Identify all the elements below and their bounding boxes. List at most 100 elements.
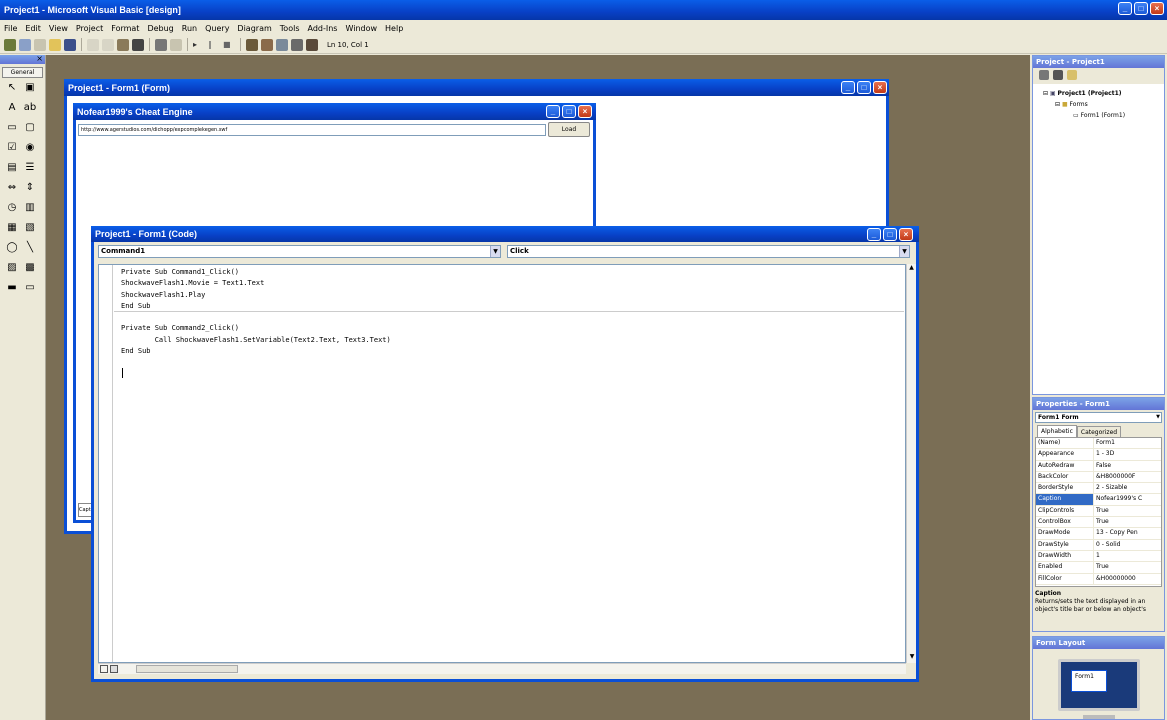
timer-icon[interactable]: ◷ bbox=[5, 201, 19, 215]
shape-icon[interactable]: ◯ bbox=[5, 241, 19, 255]
dirlist-icon[interactable]: ▦ bbox=[5, 221, 19, 235]
load-button[interactable]: Load bbox=[548, 122, 590, 137]
property-row[interactable]: DrawWidth 1 bbox=[1036, 550, 1161, 563]
undo-icon[interactable] bbox=[155, 38, 167, 51]
save-icon[interactable] bbox=[64, 38, 76, 51]
hscrollbar-icon[interactable]: ⇔ bbox=[5, 181, 19, 195]
property-value[interactable]: 2 - Sizable bbox=[1094, 483, 1161, 493]
property-value[interactable]: &H00000000 bbox=[1094, 574, 1161, 584]
menu-item-file[interactable]: File bbox=[4, 24, 17, 33]
menu-item-window[interactable]: Window bbox=[345, 24, 377, 33]
redo-icon[interactable] bbox=[170, 38, 182, 51]
tab-alphabetic[interactable]: Alphabetic bbox=[1037, 425, 1077, 437]
chevron-down-icon[interactable]: ▼ bbox=[899, 246, 909, 257]
cut-icon[interactable] bbox=[87, 38, 99, 51]
textbox-icon[interactable]: ab bbox=[23, 101, 37, 115]
property-value[interactable]: &H8000000F bbox=[1094, 472, 1161, 482]
chevron-down-icon[interactable]: ▼ bbox=[1156, 413, 1160, 422]
property-value[interactable]: 0 - Solid bbox=[1094, 540, 1161, 550]
property-value[interactable]: True bbox=[1094, 506, 1161, 516]
flash-icon[interactable]: ▭ bbox=[23, 281, 37, 295]
vertical-scrollbar[interactable]: ▲ ▼ bbox=[906, 264, 916, 663]
checkbox-icon[interactable]: ☑ bbox=[5, 141, 19, 155]
data-icon[interactable]: ▩ bbox=[23, 261, 37, 275]
frame-icon[interactable]: ▭ bbox=[5, 121, 19, 135]
add-form-icon[interactable] bbox=[19, 38, 31, 51]
procedure-view-icon[interactable] bbox=[100, 665, 108, 673]
url-textbox[interactable]: http://www.agerstudios.com/dichopp/expco… bbox=[78, 124, 546, 136]
tree-item[interactable]: ▭ Form1 (Form1) bbox=[1039, 110, 1158, 121]
object-browser-icon[interactable] bbox=[291, 38, 303, 51]
property-row[interactable]: FillColor &H00000000 bbox=[1036, 573, 1161, 585]
property-value[interactable]: True bbox=[1094, 562, 1161, 572]
property-value[interactable]: True bbox=[1094, 517, 1161, 527]
property-row[interactable]: Enabled True bbox=[1036, 562, 1161, 574]
designer-minimize-button[interactable]: _ bbox=[841, 81, 855, 94]
copy-icon[interactable] bbox=[102, 38, 114, 51]
menu-item-addins[interactable]: Add-Ins bbox=[308, 24, 338, 33]
property-row[interactable]: ControlBox True bbox=[1036, 517, 1161, 529]
property-row[interactable]: BorderStyle 2 - Sizable bbox=[1036, 483, 1161, 495]
picturebox-icon[interactable]: ▣ bbox=[23, 81, 37, 95]
toolbox-icon[interactable] bbox=[306, 38, 318, 51]
combobox-icon[interactable]: ▤ bbox=[5, 161, 19, 175]
image-icon[interactable]: ▨ bbox=[5, 261, 19, 275]
designer-maximize-button[interactable]: □ bbox=[857, 81, 871, 94]
property-value[interactable]: 1 - 3D bbox=[1094, 449, 1161, 459]
optionbutton-icon[interactable]: ◉ bbox=[23, 141, 37, 155]
property-value[interactable]: 1 bbox=[1094, 551, 1161, 561]
property-row[interactable]: DrawMode 13 - Copy Pen bbox=[1036, 528, 1161, 540]
menu-item-help[interactable]: Help bbox=[385, 24, 403, 33]
view-code-icon[interactable] bbox=[1039, 70, 1049, 80]
chevron-down-icon[interactable]: ▼ bbox=[490, 246, 500, 257]
scroll-down-icon[interactable]: ▼ bbox=[907, 653, 917, 663]
property-row[interactable]: ClipControls True bbox=[1036, 505, 1161, 518]
filelist-icon[interactable]: ▧ bbox=[23, 221, 37, 235]
toolbox-close-icon[interactable]: × bbox=[36, 54, 43, 63]
h-scroll-thumb[interactable] bbox=[136, 665, 238, 673]
commandbutton-icon[interactable]: ▢ bbox=[23, 121, 37, 135]
code-editor[interactable]: Private Sub Command1_Click() ShockwaveFla… bbox=[98, 264, 906, 663]
properties-window-icon[interactable] bbox=[261, 38, 273, 51]
menu-item-format[interactable]: Format bbox=[111, 24, 139, 33]
full-module-view-icon[interactable] bbox=[110, 665, 118, 673]
maximize-button[interactable]: □ bbox=[1134, 2, 1148, 15]
property-row[interactable]: BackColor &H8000000F bbox=[1036, 471, 1161, 484]
layout-form-preview[interactable]: Form1 bbox=[1071, 670, 1107, 692]
tree-folder[interactable]: ⊟ ■ Forms bbox=[1039, 99, 1158, 110]
menu-editor-icon[interactable] bbox=[34, 38, 46, 51]
break-icon[interactable]: ‖ bbox=[208, 39, 220, 51]
menu-item-project[interactable]: Project bbox=[76, 24, 103, 33]
menu-item-query[interactable]: Query bbox=[205, 24, 229, 33]
start-icon[interactable]: ▸ bbox=[193, 39, 205, 51]
form-layout-icon[interactable] bbox=[276, 38, 288, 51]
property-row[interactable]: Caption Nofear1999's C bbox=[1036, 494, 1161, 506]
property-row[interactable]: AutoRedraw False bbox=[1036, 460, 1161, 472]
property-row[interactable]: Appearance 1 - 3D bbox=[1036, 449, 1161, 461]
menu-item-run[interactable]: Run bbox=[182, 24, 197, 33]
open-icon[interactable] bbox=[49, 38, 61, 51]
toolbox-tab-general[interactable]: General bbox=[2, 67, 43, 78]
code-maximize-button[interactable]: □ bbox=[883, 228, 897, 241]
end-icon[interactable]: ■ bbox=[223, 39, 235, 51]
menu-item-view[interactable]: View bbox=[49, 24, 68, 33]
line-icon[interactable]: ╲ bbox=[23, 241, 37, 255]
toggle-folders-icon[interactable] bbox=[1067, 70, 1077, 80]
property-row[interactable]: (Name) Form1 bbox=[1036, 438, 1161, 450]
pointer-icon[interactable]: ↖ bbox=[5, 81, 19, 95]
property-value[interactable]: Form1 bbox=[1094, 438, 1161, 448]
code-close-button[interactable]: × bbox=[899, 228, 913, 241]
property-value[interactable]: Nofear1999's C bbox=[1094, 494, 1161, 504]
ole-icon[interactable]: ▬ bbox=[5, 281, 19, 295]
horizontal-scrollbar[interactable] bbox=[98, 663, 906, 674]
tab-categorized[interactable]: Categorized bbox=[1076, 426, 1122, 437]
minimize-button[interactable]: _ bbox=[1118, 2, 1132, 15]
menu-item-debug[interactable]: Debug bbox=[147, 24, 173, 33]
tree-root[interactable]: ⊟ ▣ Project1 (Project1) bbox=[1039, 88, 1158, 99]
menu-item-diagram[interactable]: Diagram bbox=[237, 24, 271, 33]
label-icon[interactable]: A bbox=[5, 101, 19, 115]
properties-object-combo[interactable]: Form1 Form ▼ bbox=[1035, 412, 1162, 423]
property-row[interactable]: DrawStyle 0 - Solid bbox=[1036, 539, 1161, 551]
procedure-combo[interactable]: Click ▼ bbox=[507, 245, 910, 258]
menu-item-edit[interactable]: Edit bbox=[25, 24, 41, 33]
